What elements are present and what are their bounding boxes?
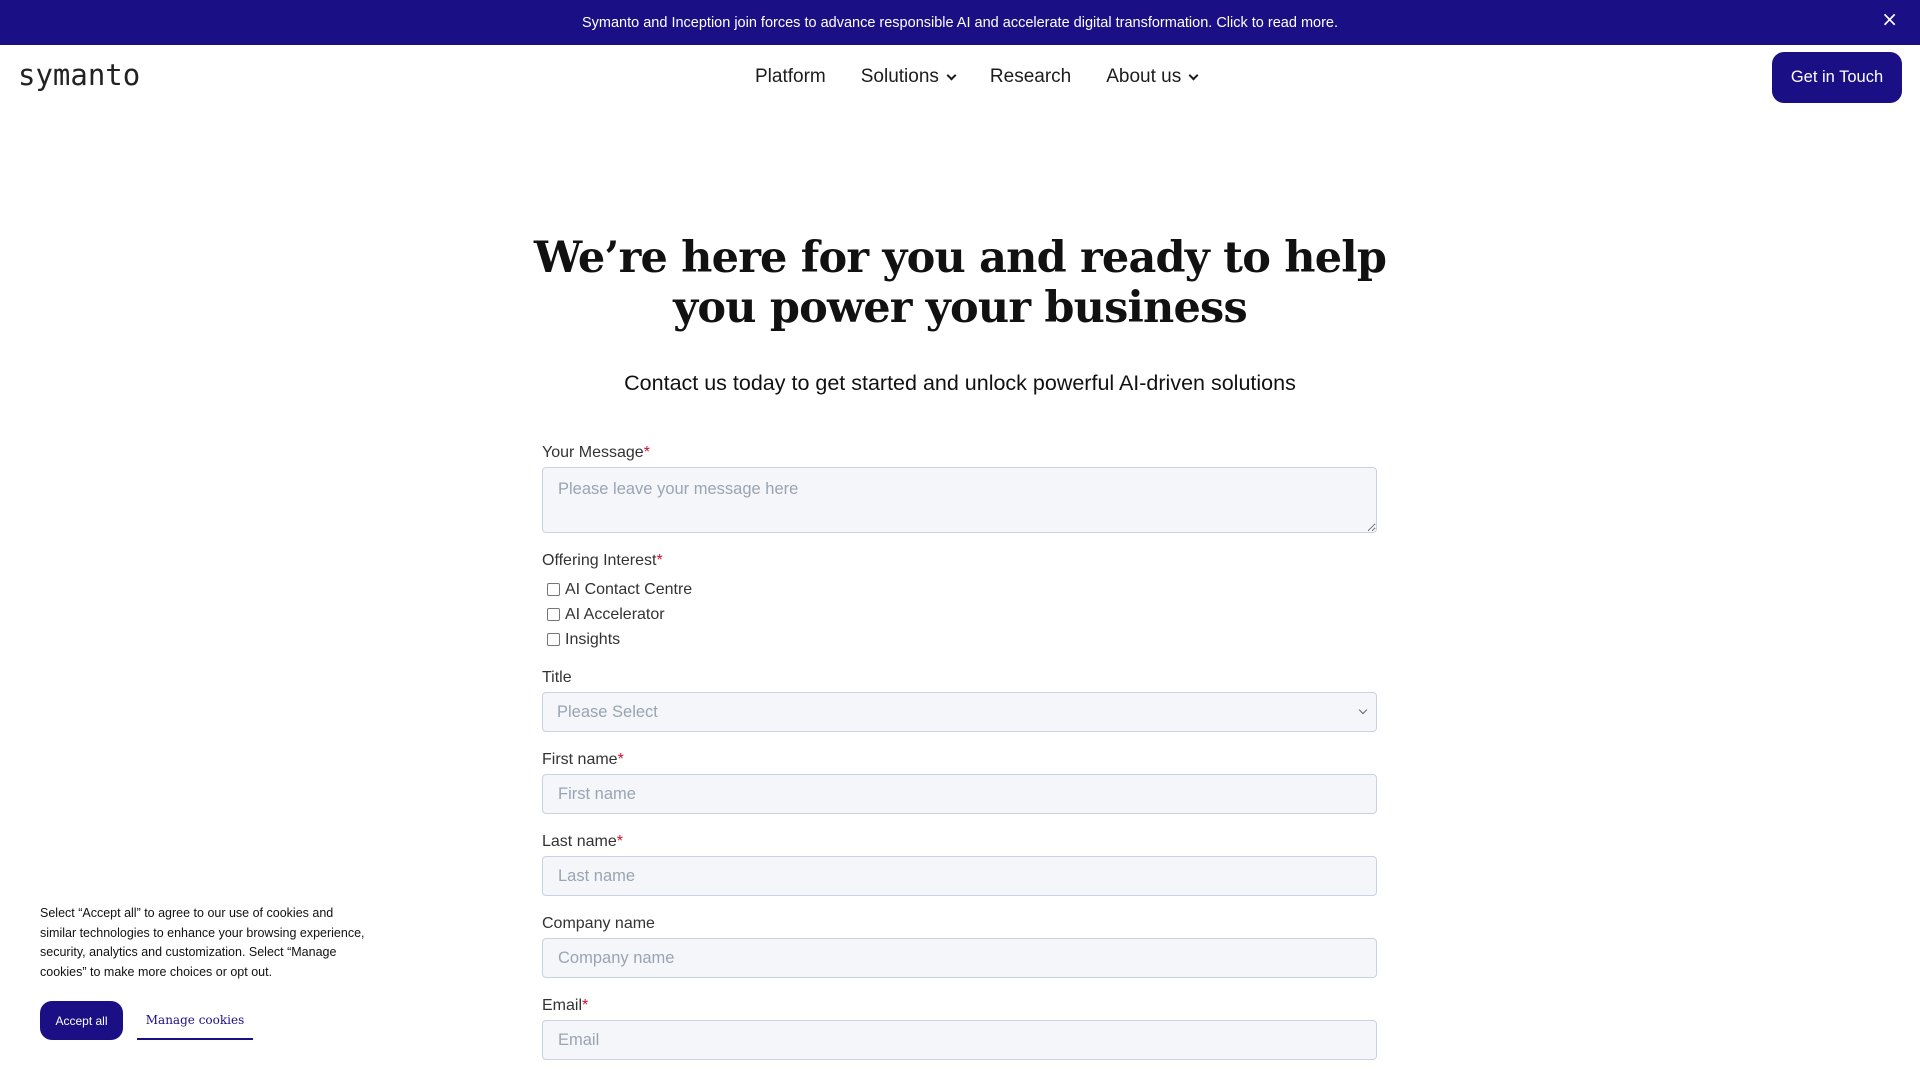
nav-about-us[interactable]: About us: [1106, 66, 1199, 88]
nav-platform-label: Platform: [755, 66, 826, 87]
first-name-field-group: First name*: [542, 751, 1377, 814]
offering-option-insights[interactable]: Insights: [542, 627, 1377, 652]
offering-label: Offering Interest*: [542, 552, 663, 569]
manage-cookies-button[interactable]: Manage cookies: [137, 1001, 253, 1040]
checkbox[interactable]: [547, 608, 560, 621]
checkbox-label: Insights: [565, 630, 621, 648]
cookie-consent-text: Select “Accept all” to agree to our use …: [40, 906, 365, 979]
company-input[interactable]: [542, 938, 1377, 978]
announcement-banner[interactable]: Symanto and Inception join forces to adv…: [0, 0, 1920, 45]
chevron-down-icon: [1358, 705, 1368, 715]
last-name-label: Last name*: [542, 833, 623, 850]
get-in-touch-button[interactable]: Get in Touch: [1772, 52, 1902, 103]
offering-option-ai-contact-centre[interactable]: AI Contact Centre: [542, 577, 1377, 602]
first-name-input[interactable]: [542, 774, 1377, 814]
checkbox[interactable]: [547, 633, 560, 646]
message-label: Your Message*: [542, 444, 650, 461]
nav-research[interactable]: Research: [990, 66, 1071, 88]
email-label: Email*: [542, 997, 589, 1014]
offering-field-group: Offering Interest* AI Contact Centre AI …: [542, 552, 1377, 652]
close-icon[interactable]: ×: [1881, 9, 1898, 29]
message-field-group: Your Message*: [542, 444, 1377, 533]
email-field-group: Email*: [542, 997, 1377, 1060]
checkbox-label: AI Contact Centre: [565, 580, 693, 598]
nav-solutions[interactable]: Solutions: [860, 66, 957, 88]
accept-all-button[interactable]: Accept all: [40, 1001, 123, 1040]
offering-option-ai-accelerator[interactable]: AI Accelerator: [542, 602, 1377, 627]
nav-about-us-label: About us: [1106, 66, 1182, 87]
email-input[interactable]: [542, 1020, 1377, 1060]
site-header: symanto Platform Solutions Research Abou…: [0, 45, 1920, 109]
nav-platform[interactable]: Platform: [755, 66, 826, 88]
page-title: We’re here for you and ready to help you…: [533, 233, 1387, 333]
checkbox[interactable]: [547, 583, 560, 596]
main-nav: Platform Solutions Research About us: [755, 45, 1232, 109]
title-select-value: Please Select: [557, 702, 658, 721]
last-name-field-group: Last name*: [542, 833, 1377, 896]
announcement-text[interactable]: Symanto and Inception join forces to adv…: [582, 15, 1338, 31]
cookie-consent-panel: Select “Accept all” to agree to our use …: [0, 880, 380, 1080]
chevron-down-icon: [1188, 70, 1199, 81]
chevron-down-icon: [946, 70, 957, 81]
title-select[interactable]: Please Select: [542, 692, 1377, 732]
nav-solutions-label: Solutions: [860, 66, 939, 87]
offering-checkbox-list: AI Contact Centre AI Accelerator Insight…: [542, 577, 1377, 652]
message-textarea[interactable]: [542, 467, 1377, 533]
page-subtitle: Contact us today to get started and unlo…: [624, 371, 1296, 395]
title-field-group: Title Please Select: [542, 669, 1377, 732]
company-label: Company name: [542, 915, 655, 932]
checkbox-label: AI Accelerator: [565, 605, 665, 623]
nav-research-label: Research: [989, 66, 1072, 87]
symanto-logo[interactable]: symanto: [18, 58, 140, 92]
first-name-label: First name*: [542, 751, 624, 768]
last-name-input[interactable]: [542, 856, 1377, 896]
company-field-group: Company name: [542, 915, 1377, 978]
title-label: Title: [542, 669, 572, 686]
